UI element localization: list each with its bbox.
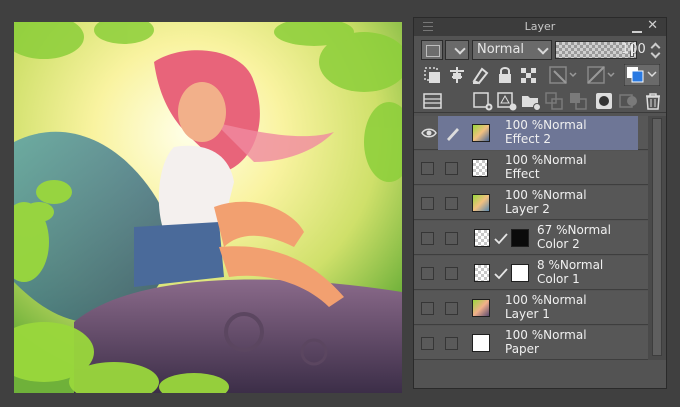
lock-toggle[interactable] xyxy=(445,302,458,315)
layer-mask-thumbnail xyxy=(511,264,529,282)
layer-name: Effect 2 xyxy=(505,132,551,146)
opacity-value[interactable]: 100 xyxy=(621,42,646,57)
visibility-toggle[interactable] xyxy=(421,302,434,315)
layer-list-scrollbar[interactable] xyxy=(648,116,666,360)
layer-panel: Layer ✕ Normal 100 100 %Normal Effect 2 … xyxy=(413,17,667,389)
layer-thumbnail xyxy=(474,229,490,247)
new-vector-layer-icon[interactable] xyxy=(496,91,518,111)
layer-opacity-mode: 100 %Normal xyxy=(505,328,587,342)
set-draft-layer-icon[interactable] xyxy=(470,65,492,85)
layer-opacity-mode: 8 %Normal xyxy=(537,258,604,272)
blend-mode-dropdown[interactable]: Normal xyxy=(472,40,552,60)
lock-toggle[interactable] xyxy=(445,232,458,245)
layer-opacity-mode: 67 %Normal xyxy=(537,223,611,237)
panel-title: Layer xyxy=(524,20,556,33)
artwork-illustration xyxy=(14,22,402,393)
blend-mode-value: Normal xyxy=(477,42,525,57)
layer-row-paper[interactable]: 100 %Normal Paper xyxy=(414,326,666,360)
mask-display-icon[interactable] xyxy=(586,65,615,85)
visibility-toggle[interactable] xyxy=(421,232,434,245)
clip-to-layer-below-icon[interactable] xyxy=(422,65,444,85)
layer-opacity-mode: 100 %Normal xyxy=(505,153,587,167)
create-layer-mask-icon[interactable] xyxy=(594,91,616,111)
canvas-artwork[interactable] xyxy=(14,22,402,393)
layer-color-swatch-icon[interactable] xyxy=(421,40,443,60)
layer-name: Layer 2 xyxy=(505,202,550,216)
pencil-icon xyxy=(447,128,459,141)
layer-opacity-mode: 100 %Normal xyxy=(505,118,587,132)
app-window: Layer ✕ Normal 100 100 %Normal Effect 2 … xyxy=(0,0,680,407)
check-icon[interactable] xyxy=(494,233,508,245)
layer-list: 100 %Normal Effect 2 100 %Normal Effect … xyxy=(414,116,666,360)
check-icon[interactable] xyxy=(494,268,508,280)
layer-name: Layer 1 xyxy=(505,307,550,321)
layer-property-bar: Normal 100 xyxy=(414,38,666,62)
layer-name: Color 2 xyxy=(537,237,580,251)
eye-icon[interactable] xyxy=(421,126,437,140)
layer-opacity-mode: 100 %Normal xyxy=(505,293,587,307)
layer-menu-icon[interactable] xyxy=(422,91,444,111)
lock-toggle[interactable] xyxy=(445,162,458,175)
set-as-reference-layer-icon[interactable] xyxy=(446,65,468,85)
opacity-spinner[interactable] xyxy=(650,42,660,58)
layer-row-color-1[interactable]: 8 %Normal Color 1 xyxy=(414,256,666,290)
layer-color-dropdown[interactable] xyxy=(445,40,469,60)
layer-name: Paper xyxy=(505,342,539,356)
visibility-toggle[interactable] xyxy=(421,267,434,280)
layer-opacity-mode: 100 %Normal xyxy=(505,188,587,202)
layer-color-icon[interactable] xyxy=(624,64,660,86)
lock-toggle[interactable] xyxy=(445,337,458,350)
layer-thumbnail xyxy=(474,264,490,282)
scrollbar-thumb[interactable] xyxy=(652,118,662,356)
layer-name: Color 1 xyxy=(537,272,580,286)
layer-thumbnail xyxy=(472,299,490,317)
layer-thumbnail xyxy=(472,124,490,142)
lock-toggle[interactable] xyxy=(445,267,458,280)
enable-mask-icon[interactable] xyxy=(548,65,577,85)
visibility-toggle[interactable] xyxy=(421,197,434,210)
layer-mask-thumbnail xyxy=(511,229,529,247)
layer-row-color-2[interactable]: 67 %Normal Color 2 xyxy=(414,221,666,255)
combine-with-layer-below-icon[interactable] xyxy=(568,91,590,111)
layer-thumbnail xyxy=(472,159,488,177)
layer-thumbnail xyxy=(472,194,490,212)
lock-transparent-pixels-icon[interactable] xyxy=(518,65,540,85)
visibility-toggle[interactable] xyxy=(421,162,434,175)
delete-layer-icon[interactable] xyxy=(642,91,664,111)
layer-row-effect-2[interactable]: 100 %Normal Effect 2 xyxy=(414,116,666,150)
minimize-icon[interactable] xyxy=(632,19,642,33)
layer-row-layer-1[interactable]: 100 %Normal Layer 1 xyxy=(414,291,666,325)
layer-row-effect[interactable]: 100 %Normal Effect xyxy=(414,151,666,185)
layer-row-layer-2[interactable]: 100 %Normal Layer 2 xyxy=(414,186,666,220)
panel-titlebar[interactable]: Layer ✕ xyxy=(414,18,666,36)
layer-thumbnail xyxy=(472,334,490,352)
chevron-down-icon xyxy=(537,43,549,55)
lock-toggle[interactable] xyxy=(445,197,458,210)
apply-mask-icon[interactable] xyxy=(618,91,640,111)
toolbar-divider xyxy=(414,112,666,113)
new-folder-icon[interactable] xyxy=(520,91,542,111)
chevron-down-icon xyxy=(454,43,466,55)
visibility-toggle[interactable] xyxy=(421,337,434,350)
lock-layer-icon[interactable] xyxy=(494,65,516,85)
close-icon[interactable]: ✕ xyxy=(647,18,658,33)
layer-name: Effect xyxy=(505,167,540,181)
transfer-to-lower-layer-icon[interactable] xyxy=(544,91,566,111)
new-raster-layer-icon[interactable] xyxy=(472,91,494,111)
